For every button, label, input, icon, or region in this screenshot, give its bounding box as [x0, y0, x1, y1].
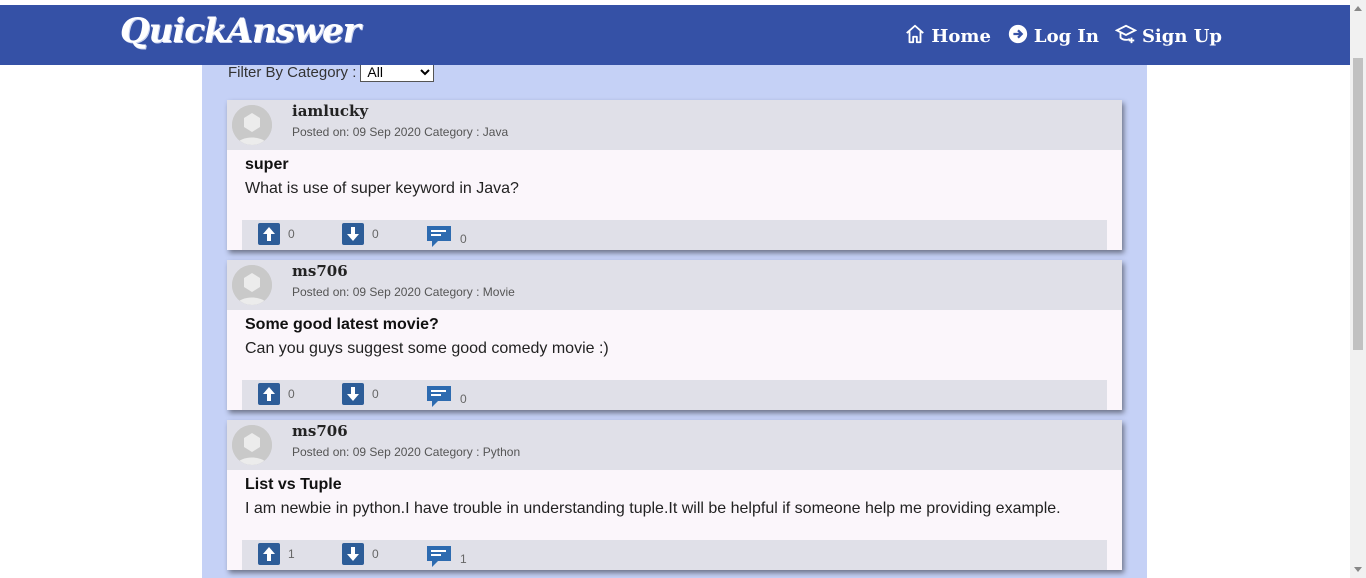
- question-title[interactable]: super: [245, 156, 289, 174]
- questions-panel: Filter By Category : All iamlucky Posted…: [202, 62, 1147, 578]
- upvote-button[interactable]: 0: [258, 223, 295, 245]
- question-card: ms706 Posted on: 09 Sep 2020 Category : …: [227, 260, 1122, 410]
- question-card: ms706 Posted on: 09 Sep 2020 Category : …: [227, 420, 1122, 570]
- nav-home-link[interactable]: Home: [904, 23, 991, 50]
- upvote-icon: [258, 383, 280, 405]
- question-body: I am newbie in python.I have trouble in …: [245, 500, 1061, 517]
- post-meta: Posted on: 09 Sep 2020 Category : Python: [292, 445, 521, 459]
- navbar: QuickAnswer Home Log In Sign Up: [0, 5, 1350, 65]
- card-actions: 0 0 0: [242, 380, 1107, 410]
- avatar: [232, 105, 272, 145]
- question-title[interactable]: Some good latest movie?: [245, 316, 439, 334]
- question-title[interactable]: List vs Tuple: [245, 476, 342, 494]
- nav-signup-link[interactable]: Sign Up: [1114, 23, 1222, 50]
- login-icon: [1007, 23, 1029, 50]
- upvote-icon: [258, 223, 280, 245]
- question-body: Can you guys suggest some good comedy mo…: [245, 340, 609, 357]
- comment-button[interactable]: 0: [426, 383, 467, 414]
- card-actions: 0 0 0: [242, 220, 1107, 250]
- scroll-up-arrow[interactable]: [1354, 6, 1362, 11]
- upvote-button[interactable]: 0: [258, 383, 295, 405]
- nav-signup-label: Sign Up: [1141, 26, 1222, 47]
- category-filter: Filter By Category : All: [228, 62, 435, 82]
- question-body: What is use of super keyword in Java?: [245, 180, 519, 197]
- nav-login-link[interactable]: Log In: [1007, 23, 1099, 50]
- comment-icon: [426, 383, 452, 414]
- nav-login-label: Log In: [1033, 26, 1099, 47]
- card-header: ms706 Posted on: 09 Sep 2020 Category : …: [227, 260, 1122, 310]
- question-card: iamlucky Posted on: 09 Sep 2020 Category…: [227, 100, 1122, 250]
- comment-count: 0: [460, 391, 467, 406]
- page-scrollbar[interactable]: [1350, 0, 1366, 578]
- upvote-count: 1: [288, 547, 295, 561]
- post-meta: Posted on: 09 Sep 2020 Category : Java: [292, 125, 509, 139]
- comment-icon: [426, 543, 452, 574]
- downvote-icon: [342, 543, 364, 565]
- comment-button[interactable]: 0: [426, 223, 467, 254]
- upvote-button[interactable]: 1: [258, 543, 295, 565]
- filter-label: Filter By Category :: [228, 63, 357, 81]
- nav-links: Home Log In Sign Up: [904, 23, 1222, 50]
- downvote-button[interactable]: 0: [342, 383, 379, 405]
- downvote-icon: [342, 223, 364, 245]
- post-username[interactable]: iamlucky: [292, 102, 368, 120]
- upvote-icon: [258, 543, 280, 565]
- upvote-count: 0: [288, 387, 295, 401]
- downvote-icon: [342, 383, 364, 405]
- upvote-count: 0: [288, 227, 295, 241]
- avatar: [232, 265, 272, 305]
- scroll-thumb[interactable]: [1353, 58, 1363, 350]
- downvote-count: 0: [372, 387, 379, 401]
- comment-button[interactable]: 1: [426, 543, 467, 574]
- downvote-button[interactable]: 0: [342, 543, 379, 565]
- home-icon: [904, 23, 926, 50]
- card-header: iamlucky Posted on: 09 Sep 2020 Category…: [227, 100, 1122, 150]
- post-meta: Posted on: 09 Sep 2020 Category : Movie: [292, 285, 515, 299]
- comment-count: 0: [460, 231, 467, 246]
- signup-icon: [1114, 23, 1138, 50]
- comment-icon: [426, 223, 452, 254]
- downvote-count: 0: [372, 547, 379, 561]
- card-header: ms706 Posted on: 09 Sep 2020 Category : …: [227, 420, 1122, 470]
- post-username[interactable]: ms706: [292, 262, 348, 280]
- nav-home-label: Home: [931, 26, 991, 47]
- category-select[interactable]: All: [360, 62, 435, 82]
- brand-logo[interactable]: QuickAnswer: [120, 11, 361, 51]
- card-actions: 1 0 1: [242, 540, 1107, 570]
- downvote-button[interactable]: 0: [342, 223, 379, 245]
- comment-count: 1: [460, 551, 467, 566]
- downvote-count: 0: [372, 227, 379, 241]
- post-username[interactable]: ms706: [292, 422, 348, 440]
- scroll-down-arrow[interactable]: [1354, 567, 1362, 572]
- avatar: [232, 425, 272, 465]
